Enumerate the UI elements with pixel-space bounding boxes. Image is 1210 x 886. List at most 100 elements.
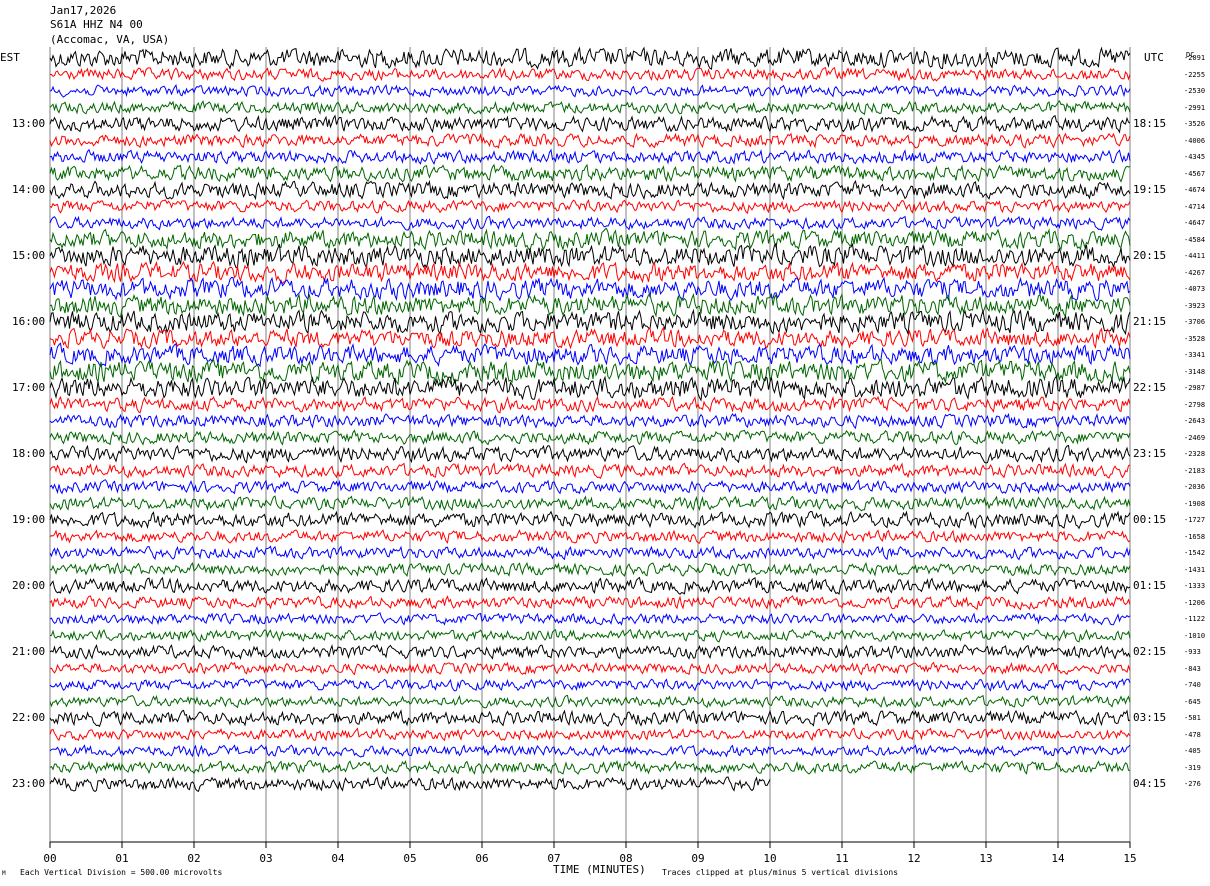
dc-offset-label: -1658 — [1184, 532, 1206, 541]
x-tick-label: 01 — [115, 852, 128, 865]
trace-row — [49, 342, 1131, 368]
trace-row — [49, 132, 1131, 149]
dc-offset-label: -3341 — [1184, 351, 1206, 359]
trace-row — [49, 628, 1131, 643]
x-tick-label: 13 — [979, 852, 992, 865]
trace-row — [49, 444, 1131, 464]
dc-offset-label: -2036 — [1184, 483, 1206, 491]
dc-offset-label: -4073 — [1184, 285, 1206, 293]
dc-offset-label: -4567 — [1184, 169, 1206, 178]
trace-row — [49, 612, 1131, 626]
dc-offset-label: -1010 — [1184, 631, 1206, 640]
trace-row — [49, 562, 1131, 577]
est-hour-label: 22:00 — [12, 711, 46, 724]
dc-offset-label: -478 — [1184, 730, 1201, 739]
trace-row — [49, 215, 1131, 231]
utc-hour-label: 03:15 — [1133, 711, 1167, 724]
trace-row — [50, 67, 1131, 82]
est-hour-label: 17:00 — [12, 381, 46, 394]
seismic-traces — [49, 46, 1131, 793]
utc-hour-label: 20:15 — [1133, 249, 1167, 262]
dc-offset-label: -3148 — [1184, 367, 1206, 376]
footer-mark: M — [2, 870, 6, 877]
dc-offset-label: -3526 — [1184, 120, 1206, 128]
trace-row — [49, 576, 1131, 595]
trace-row — [49, 46, 1131, 70]
x-tick-label: 05 — [403, 852, 416, 865]
trace-row — [49, 495, 1131, 512]
x-tick-label: 04 — [331, 852, 345, 865]
utc-hour-label: 18:15 — [1133, 117, 1167, 130]
utc-hour-label: 04:15 — [1133, 777, 1167, 790]
est-hour-label: 16:00 — [12, 315, 46, 328]
dc-offset-label: -1122 — [1184, 615, 1206, 623]
dc-offset-label: -1908 — [1184, 499, 1206, 508]
dc-offset-label: -4584 — [1184, 235, 1206, 244]
utc-hour-label: 02:15 — [1133, 645, 1167, 658]
dc-offset-label: -2183 — [1184, 466, 1206, 475]
dc-offset-label: -4674 — [1184, 186, 1206, 194]
trace-row — [49, 114, 1131, 134]
dc-offset-label: -2469 — [1184, 433, 1206, 442]
dc-offset-label: -740 — [1184, 681, 1201, 689]
dc-offset-label: -319 — [1184, 763, 1201, 772]
dc-offset-label: -2530 — [1184, 87, 1206, 95]
utc-hour-label: 21:15 — [1133, 315, 1167, 328]
x-tick-label: 15 — [1123, 852, 1136, 865]
dc-offset-label: -1206 — [1184, 598, 1206, 607]
x-tick-label: 10 — [763, 852, 776, 865]
dc-offset-label: -3923 — [1184, 301, 1206, 310]
dc-offset-label: -4647 — [1184, 219, 1206, 227]
utc-hour-label: 23:15 — [1133, 447, 1167, 460]
trace-row — [49, 510, 1131, 530]
trace-row — [49, 163, 1131, 183]
trace-row — [49, 412, 1131, 430]
trace-row — [49, 479, 1131, 495]
dc-offset-label: -276 — [1184, 780, 1201, 788]
est-hour-label: 15:00 — [12, 249, 46, 262]
trace-row — [49, 678, 1131, 693]
dc-offset-label: -1727 — [1184, 516, 1206, 524]
dc-offset-label: -4345 — [1184, 153, 1206, 161]
trace-row — [49, 148, 1131, 166]
trace-row — [49, 199, 1131, 215]
trace-row — [49, 759, 1131, 775]
utc-hour-label: 00:15 — [1133, 513, 1167, 526]
x-tick-label: 06 — [475, 852, 488, 865]
est-hour-label: 13:00 — [12, 117, 46, 130]
dc-offset-label: -1333 — [1184, 582, 1206, 590]
dc-offset-label: -933 — [1184, 648, 1201, 656]
dc-offset-label: -2328 — [1184, 450, 1206, 458]
trace-row — [49, 694, 1131, 709]
trace-row — [49, 260, 1131, 285]
trace-row — [49, 292, 1131, 318]
utc-hour-label: 01:15 — [1133, 579, 1167, 592]
dc-offset-label: -2091 — [1184, 54, 1206, 62]
x-tick-label: 14 — [1051, 852, 1065, 865]
trace-row — [49, 227, 1131, 251]
dc-offset-label: -1431 — [1184, 565, 1206, 574]
dc-offset-label: -4006 — [1184, 136, 1206, 145]
utc-hour-label: 19:15 — [1133, 183, 1167, 196]
trace-row — [49, 276, 1131, 302]
dc-offset-label: -4714 — [1184, 202, 1206, 211]
x-tick-label: 09 — [691, 852, 704, 865]
dc-offset-label: -3528 — [1184, 334, 1206, 343]
dc-offset-label: -405 — [1184, 747, 1201, 755]
dc-offset-label: -645 — [1184, 697, 1201, 706]
helicorder-chart: 00 01 02 03 04 05 06 07 08 09 10 11 12 13 14 15 — [43, 46, 1137, 865]
trace-row — [49, 83, 1131, 98]
dc-offset-label: -2991 — [1184, 103, 1206, 112]
est-hour-label: 18:00 — [12, 447, 46, 460]
trace-row — [49, 744, 1131, 758]
trace-row — [49, 727, 1131, 742]
trace-row — [49, 429, 1131, 446]
utc-hour-label: 22:15 — [1133, 381, 1167, 394]
x-axis: 00 01 02 03 04 05 06 07 08 09 10 11 12 13 14 15 — [43, 841, 1137, 865]
dc-offset-label: -581 — [1184, 714, 1201, 722]
trace-row — [49, 179, 1131, 201]
dc-offset-label: -4411 — [1184, 252, 1206, 260]
x-tick-label: 12 — [907, 852, 920, 865]
trace-row — [49, 308, 1131, 336]
dc-offset-label: -4267 — [1184, 268, 1206, 277]
